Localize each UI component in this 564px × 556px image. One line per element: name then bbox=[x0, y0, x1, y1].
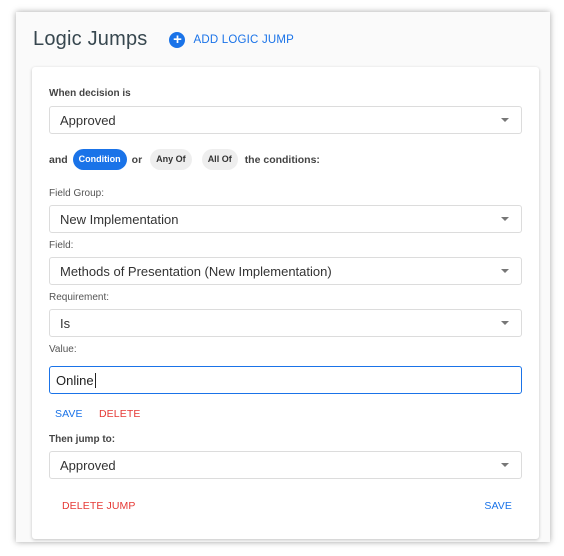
requirement-select[interactable]: Is bbox=[49, 309, 522, 337]
condition-save-button[interactable]: SAVE bbox=[55, 408, 83, 420]
logic-jumps-panel: Logic Jumps + ADD LOGIC JUMP When decisi… bbox=[16, 12, 550, 542]
dropdown-caret-icon bbox=[501, 321, 509, 325]
field-group-value: New Implementation bbox=[60, 211, 179, 227]
and-text: and bbox=[49, 153, 68, 166]
add-logic-jump-button[interactable]: + ADD LOGIC JUMP bbox=[169, 31, 295, 48]
delete-jump-button[interactable]: DELETE JUMP bbox=[62, 500, 135, 512]
page-title: Logic Jumps bbox=[33, 28, 148, 50]
save-jump-button[interactable]: SAVE bbox=[484, 500, 512, 512]
dropdown-caret-icon bbox=[501, 118, 509, 122]
add-logic-jump-label: ADD LOGIC JUMP bbox=[193, 33, 295, 46]
decision-value: Approved bbox=[60, 112, 116, 128]
logic-jump-card: When decision is Approved and Condition … bbox=[32, 67, 539, 539]
dropdown-caret-icon bbox=[501, 463, 509, 467]
field-select[interactable]: Methods of Presentation (New Implementat… bbox=[49, 257, 522, 285]
condition-chip[interactable]: Condition bbox=[72, 149, 127, 170]
dropdown-caret-icon bbox=[501, 269, 509, 273]
field-group-label: Field Group: bbox=[49, 188, 105, 199]
value-input-text: Online bbox=[56, 372, 94, 388]
field-label: Field: bbox=[49, 240, 74, 251]
value-input[interactable]: Online bbox=[49, 366, 522, 394]
requirement-value: Is bbox=[60, 315, 71, 331]
or-text: or bbox=[131, 153, 143, 166]
dropdown-caret-icon bbox=[501, 217, 509, 221]
jump-select[interactable]: Approved bbox=[49, 451, 522, 479]
condition-mode-row: and Condition or Any Of All Of the condi… bbox=[49, 149, 320, 170]
plus-circle-icon: + bbox=[169, 31, 186, 48]
requirement-label: Requirement: bbox=[49, 292, 110, 303]
panel-header: Logic Jumps + ADD LOGIC JUMP bbox=[33, 28, 294, 51]
jump-value: Approved bbox=[60, 457, 116, 473]
any-of-chip[interactable]: Any Of bbox=[150, 149, 192, 170]
text-cursor bbox=[94, 372, 96, 388]
decision-label: When decision is bbox=[49, 88, 131, 99]
condition-delete-button[interactable]: DELETE bbox=[99, 408, 140, 420]
all-of-chip[interactable]: All Of bbox=[201, 149, 238, 170]
conditions-suffix-text: the conditions: bbox=[244, 153, 320, 166]
jump-label: Then jump to: bbox=[49, 434, 116, 445]
field-group-select[interactable]: New Implementation bbox=[49, 205, 522, 233]
decision-select[interactable]: Approved bbox=[49, 106, 522, 134]
field-value: Methods of Presentation (New Implementat… bbox=[60, 263, 332, 279]
value-label: Value: bbox=[49, 344, 77, 355]
